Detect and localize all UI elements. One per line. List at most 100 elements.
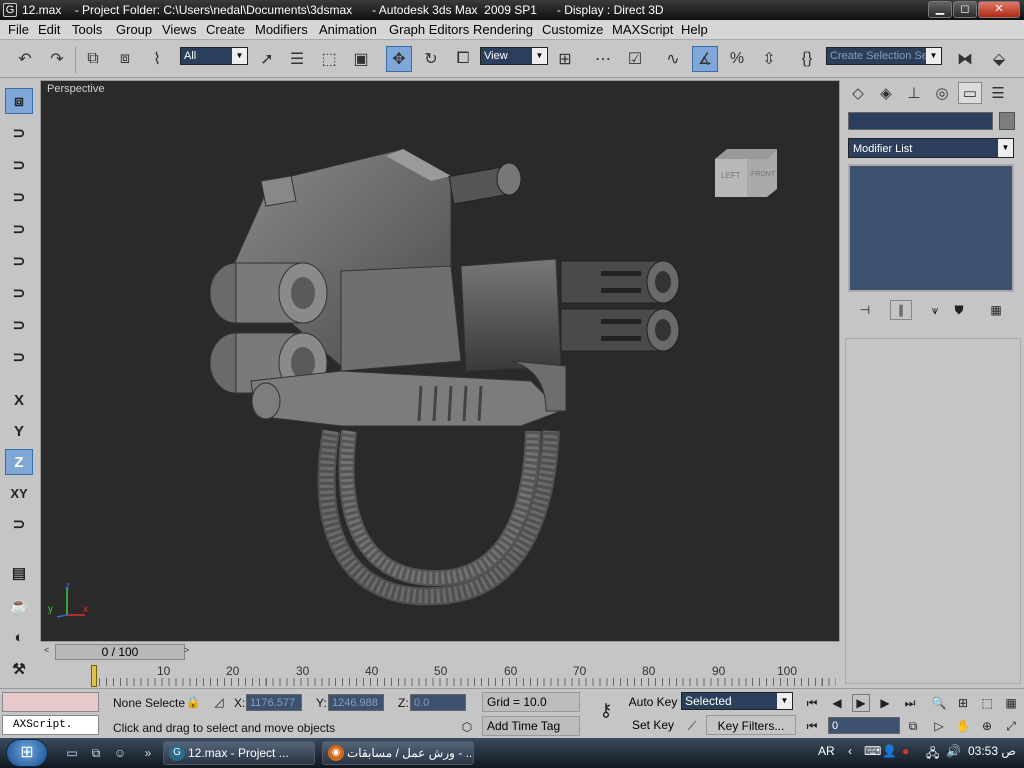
create-tab-icon[interactable]: ◇: [846, 82, 870, 104]
magnet-xy-icon[interactable]: ⊃: [5, 511, 33, 537]
field-of-view-icon[interactable]: ▷: [930, 717, 948, 735]
magnet-icon[interactable]: ⊃: [5, 312, 33, 338]
switch-windows-icon[interactable]: ⧉: [88, 745, 104, 761]
current-frame-field[interactable]: 0: [828, 717, 900, 734]
spinner-snap-icon[interactable]: ⇳: [756, 46, 782, 72]
scale-icon[interactable]: ⧠: [450, 46, 476, 72]
quicklaunch-more-icon[interactable]: »: [140, 745, 156, 761]
mirror-icon[interactable]: ⧓: [952, 46, 978, 72]
modifier-list-dropdown[interactable]: Modifier List ▼: [848, 138, 1014, 158]
object-name-field[interactable]: [848, 112, 993, 130]
clock[interactable]: ص 03:53: [968, 744, 1016, 758]
prev-frame-icon[interactable]: ◀︎: [828, 694, 846, 712]
modifier-stack[interactable]: [848, 164, 1014, 292]
move-icon[interactable]: ✥: [386, 46, 412, 72]
x-coord-field[interactable]: 1176.577: [246, 694, 302, 711]
menu-rendering[interactable]: Rendering: [473, 22, 533, 37]
axis-x-button[interactable]: X: [5, 387, 33, 413]
zoom-extents-all-icon[interactable]: ▦: [1002, 694, 1020, 712]
user-tray-icon[interactable]: 👤: [882, 744, 897, 758]
magnet-icon[interactable]: ⊃: [5, 120, 33, 146]
key-mode-toggle-icon[interactable]: ⏮: [803, 717, 821, 735]
time-slider-thumb[interactable]: 0 / 100: [55, 644, 185, 660]
select-by-name-icon[interactable]: ☰: [284, 46, 310, 72]
redo-icon[interactable]: ↷: [44, 46, 70, 72]
lock-icon[interactable]: 🔒: [184, 693, 202, 711]
rect-region-icon[interactable]: ⬚: [316, 46, 342, 72]
ref-coord-dropdown[interactable]: View ▼: [480, 47, 548, 65]
zoom-extents-icon[interactable]: ⬚: [978, 694, 996, 712]
menu-help[interactable]: Help: [681, 22, 708, 37]
show-end-result-icon[interactable]: ∥: [890, 300, 912, 320]
unlink-icon[interactable]: ⧈: [112, 46, 138, 72]
add-time-tag[interactable]: Add Time Tag: [482, 716, 580, 736]
menu-group[interactable]: Group: [116, 22, 152, 37]
time-config-icon[interactable]: ⧉: [904, 717, 922, 735]
maxscript-listener-input[interactable]: AXScript.: [2, 715, 99, 735]
minimize-button[interactable]: ▁: [928, 1, 952, 18]
magnet-icon[interactable]: ⊃: [5, 152, 33, 178]
axis-xy-button[interactable]: XY: [5, 480, 33, 506]
menu-maxscript[interactable]: MAXScript: [612, 22, 673, 37]
menu-modifiers[interactable]: Modifiers: [255, 22, 308, 37]
auto-key-button[interactable]: Auto Key: [628, 692, 678, 712]
security-tray-icon[interactable]: ●: [902, 744, 909, 758]
window-crossing-icon[interactable]: ▣: [348, 46, 374, 72]
axis-y-button[interactable]: Y: [5, 418, 33, 444]
configure-sets-icon[interactable]: ▦: [985, 300, 1007, 320]
selection-filter-dropdown[interactable]: All ▼: [180, 47, 248, 65]
key-icon[interactable]: ⚷: [592, 700, 620, 720]
edit-named-sel-icon[interactable]: {}: [794, 46, 820, 72]
snap-3d-icon[interactable]: ∿: [660, 46, 686, 72]
menu-views[interactable]: Views: [162, 22, 196, 37]
network-tray-icon[interactable]: 🖧: [926, 744, 939, 765]
orbit-icon[interactable]: ⊕: [978, 717, 996, 735]
viewcube-front-label[interactable]: FRONT: [751, 171, 775, 178]
next-frame-icon[interactable]: ▶︎: [876, 694, 894, 712]
magnet-xy-icon[interactable]: ⊃: [5, 344, 33, 370]
modify-tab-icon[interactable]: ◈: [874, 82, 898, 104]
object-color-swatch[interactable]: [999, 112, 1015, 130]
hierarchy-tab-icon[interactable]: ⊥: [902, 82, 926, 104]
go-to-start-icon[interactable]: ⏮: [803, 694, 821, 712]
magnet-icon[interactable]: ⊃: [5, 248, 33, 274]
go-to-end-icon[interactable]: ⏭: [901, 694, 919, 712]
hammer-icon[interactable]: ⚒: [5, 656, 33, 682]
isolate-icon[interactable]: ⬡: [458, 718, 476, 736]
rotate-icon[interactable]: ↻: [418, 46, 444, 72]
key-mode-dropdown[interactable]: Selected ▼: [681, 692, 793, 710]
menu-file[interactable]: File: [8, 22, 29, 37]
maximize-button[interactable]: ◻: [953, 1, 977, 18]
align-icon[interactable]: ⬙: [986, 46, 1012, 72]
snap-toggle-icon[interactable]: ⧈: [5, 88, 33, 114]
undo-icon[interactable]: ↶: [12, 46, 38, 72]
magnet-icon[interactable]: ⊃: [5, 184, 33, 210]
volume-tray-icon[interactable]: 🔊: [946, 744, 961, 758]
maximize-viewport-icon[interactable]: ⤢: [1002, 717, 1020, 735]
layers-icon[interactable]: ▤: [5, 560, 33, 586]
perspective-viewport[interactable]: Perspective LEFT FRONT z y x: [40, 80, 840, 642]
teapot-icon[interactable]: ☕: [5, 592, 33, 618]
render-icon[interactable]: ◐: [5, 624, 33, 650]
display-tab-icon[interactable]: ▭: [958, 82, 982, 104]
utilities-tab-icon[interactable]: ☰: [986, 82, 1010, 104]
task-3dsmax[interactable]: G 12.max - Project ...: [163, 741, 315, 765]
keyboard-tray-icon[interactable]: ⌨: [864, 744, 881, 758]
time-slider[interactable]: < 0 / 100 >: [40, 643, 840, 661]
viewcube-left-label[interactable]: LEFT: [721, 171, 741, 180]
pin-stack-icon[interactable]: ⊣: [854, 300, 876, 320]
magnet-icon[interactable]: ⊃: [5, 216, 33, 242]
menu-create[interactable]: Create: [206, 22, 245, 37]
y-coord-field[interactable]: 1246.988: [328, 694, 384, 711]
maxscript-listener-output[interactable]: [2, 692, 99, 712]
time-next-arrow[interactable]: >: [184, 645, 189, 655]
angle-snap-icon[interactable]: ∡: [692, 46, 718, 72]
set-key-button[interactable]: Set Key: [628, 715, 678, 735]
menu-tools[interactable]: Tools: [72, 22, 102, 37]
menu-animation[interactable]: Animation: [319, 22, 377, 37]
menu-edit[interactable]: Edit: [38, 22, 60, 37]
select-link-icon[interactable]: ⧉: [80, 46, 106, 72]
show-desktop-icon[interactable]: ▭: [64, 745, 80, 761]
key-filters-button[interactable]: Key Filters...: [706, 715, 796, 735]
app-icon[interactable]: G: [3, 3, 17, 17]
